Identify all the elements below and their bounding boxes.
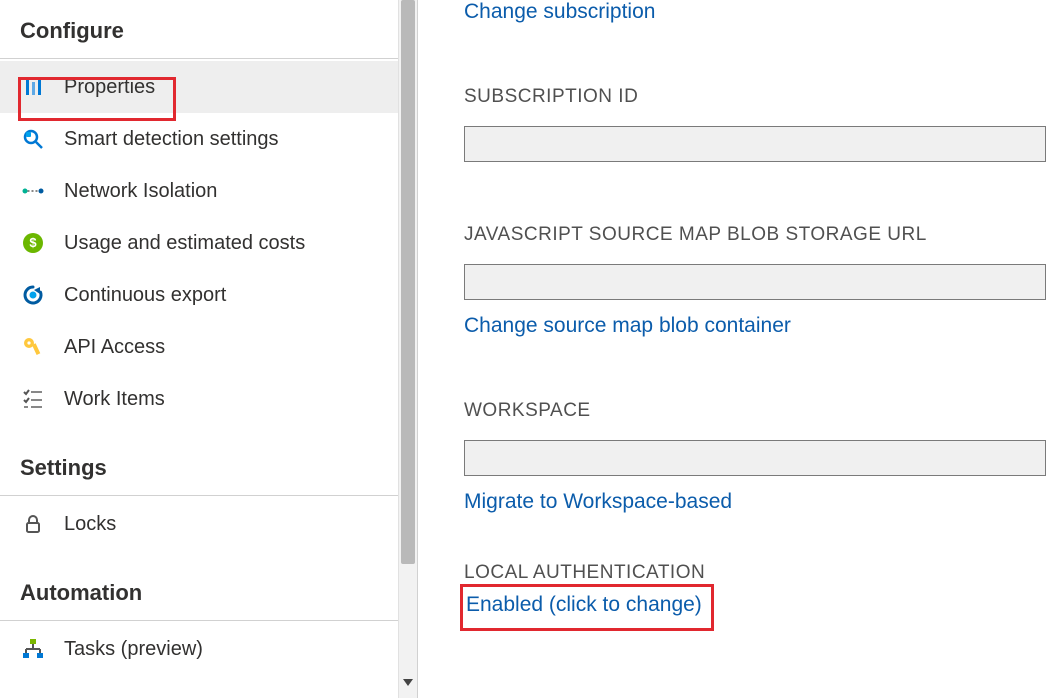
- change-subscription-link[interactable]: Change subscription: [464, 0, 655, 23]
- sidebar-item-label: Continuous export: [64, 284, 226, 307]
- section-divider: [0, 620, 398, 621]
- magnifier-icon: [20, 126, 46, 152]
- main-panel: Change subscription SUBSCRIPTION ID JAVA…: [418, 0, 1048, 698]
- sidebar-item-label: Usage and estimated costs: [64, 232, 305, 255]
- sidebar-item-label: Network Isolation: [64, 180, 217, 203]
- sidebar-item-continuous-export[interactable]: Continuous export: [0, 269, 398, 321]
- flow-icon: [20, 636, 46, 662]
- scrollbar-thumb[interactable]: [401, 0, 415, 564]
- dollar-icon: $: [20, 230, 46, 256]
- key-icon: [20, 334, 46, 360]
- sidebar-item-label: API Access: [64, 336, 165, 359]
- svg-text:$: $: [29, 235, 37, 250]
- migrate-workspace-link[interactable]: Migrate to Workspace-based: [464, 490, 732, 514]
- workspace-field[interactable]: [464, 440, 1046, 476]
- subscription-id-label: SUBSCRIPTION ID: [464, 86, 1048, 108]
- sidebar-section-header: Configure: [0, 6, 398, 58]
- local-auth-toggle-link[interactable]: Enabled (click to change): [466, 593, 702, 616]
- sidebar-item-locks[interactable]: Locks: [0, 498, 398, 550]
- sourcemap-url-field[interactable]: [464, 264, 1046, 300]
- local-auth-label: LOCAL AUTHENTICATION: [464, 562, 1048, 584]
- sidebar-item-label: Locks: [64, 513, 116, 536]
- sidebar-item-tasks-preview[interactable]: Tasks (preview): [0, 623, 398, 675]
- sidebar-item-work-items[interactable]: Work Items: [0, 373, 398, 425]
- lock-icon: [20, 511, 46, 537]
- sidebar-item-label: Work Items: [64, 388, 165, 411]
- sidebar-item-label: Smart detection settings: [64, 128, 279, 151]
- section-divider: [0, 495, 398, 496]
- app-root: Configure Properties Smart detection setti…: [0, 0, 1048, 698]
- scrollbar-down-arrow[interactable]: [399, 676, 417, 690]
- sidebar-section-header: Settings: [0, 425, 398, 495]
- change-sourcemap-link[interactable]: Change source map blob container: [464, 314, 791, 338]
- section-divider: [0, 58, 398, 59]
- sidebar: Configure Properties Smart detection setti…: [0, 0, 398, 698]
- net-icon: [20, 178, 46, 204]
- sliders-icon: [20, 74, 46, 100]
- sourcemap-url-label: JAVASCRIPT SOURCE MAP BLOB STORAGE URL: [464, 224, 1048, 246]
- sidebar-item-smart-detection[interactable]: Smart detection settings: [0, 113, 398, 165]
- pane-divider-scrollbar[interactable]: [398, 0, 418, 698]
- sidebar-item-network-isolation[interactable]: Network Isolation: [0, 165, 398, 217]
- sidebar-item-properties[interactable]: Properties: [0, 61, 398, 113]
- subscription-id-field[interactable]: [464, 126, 1046, 162]
- refresh-icon: [20, 282, 46, 308]
- sidebar-item-label: Tasks (preview): [64, 638, 203, 661]
- sidebar-item-label: Properties: [64, 76, 155, 99]
- checklist-icon: [20, 386, 46, 412]
- sidebar-item-api-access[interactable]: API Access: [0, 321, 398, 373]
- workspace-label: WORKSPACE: [464, 400, 1048, 422]
- sidebar-item-usage-costs[interactable]: $ Usage and estimated costs: [0, 217, 398, 269]
- sidebar-section-header: Automation: [0, 550, 398, 620]
